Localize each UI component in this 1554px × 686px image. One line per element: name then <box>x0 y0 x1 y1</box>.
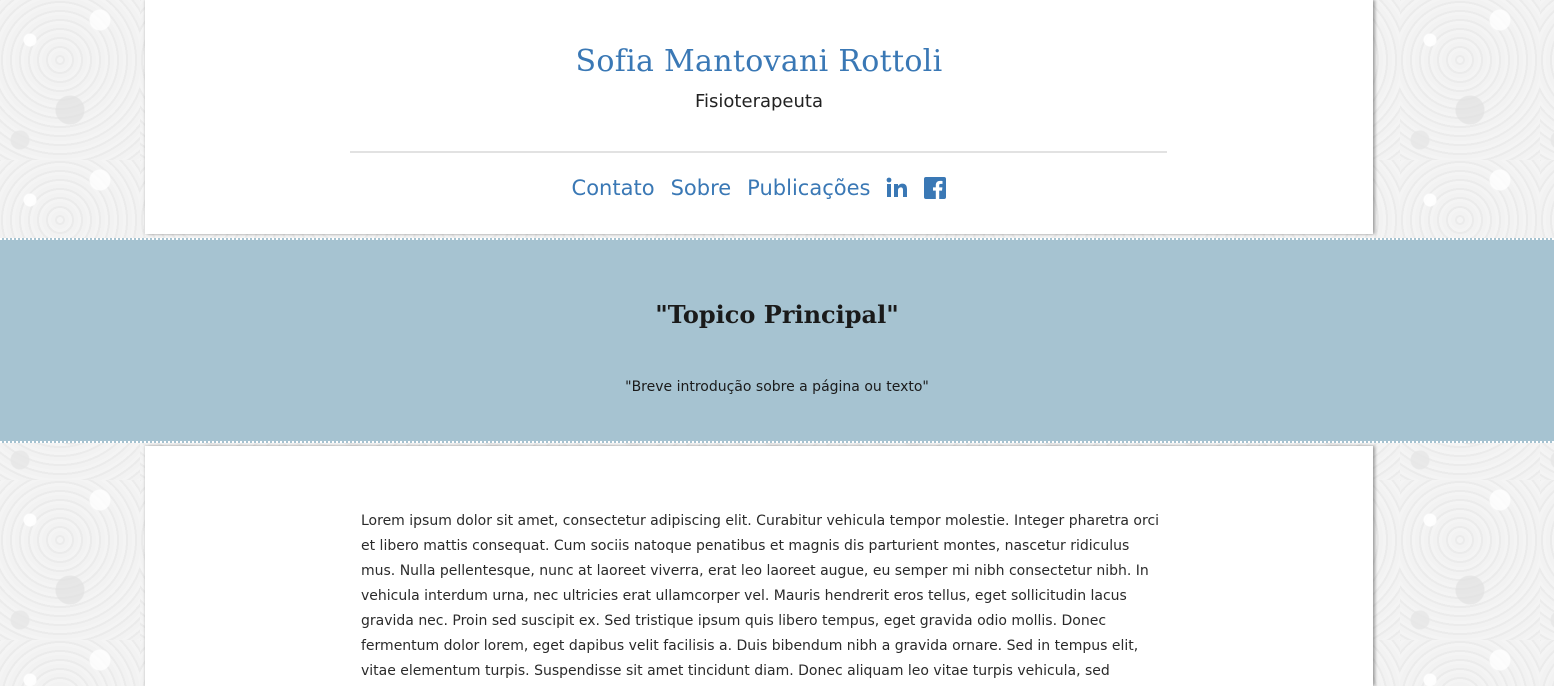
body-paragraph: Lorem ipsum dolor sit amet, consectetur … <box>361 513 1160 679</box>
header-panel: Sofia Mantovani Rottoli Fisioterapeuta C… <box>145 0 1373 234</box>
nav-link-sobre[interactable]: Sobre <box>671 176 732 200</box>
hero-intro: "Breve introdução sobre a página ou text… <box>625 379 929 395</box>
site-subtitle: Fisioterapeuta <box>695 91 823 112</box>
nav-link-contato[interactable]: Contato <box>572 176 655 200</box>
header-divider <box>350 151 1167 153</box>
hero-title: "Topico Principal" <box>655 300 899 329</box>
content-panel: Lorem ipsum dolor sit amet, consectetur … <box>145 446 1373 686</box>
main-nav: Contato Sobre Publicações <box>145 176 1373 200</box>
hero-banner: "Topico Principal" "Breve introdução sob… <box>0 238 1554 443</box>
linkedin-icon[interactable] <box>886 177 908 199</box>
facebook-icon[interactable] <box>924 177 947 199</box>
nav-link-publicacoes[interactable]: Publicações <box>747 176 870 200</box>
site-title: Sofia Mantovani Rottoli <box>575 44 943 79</box>
